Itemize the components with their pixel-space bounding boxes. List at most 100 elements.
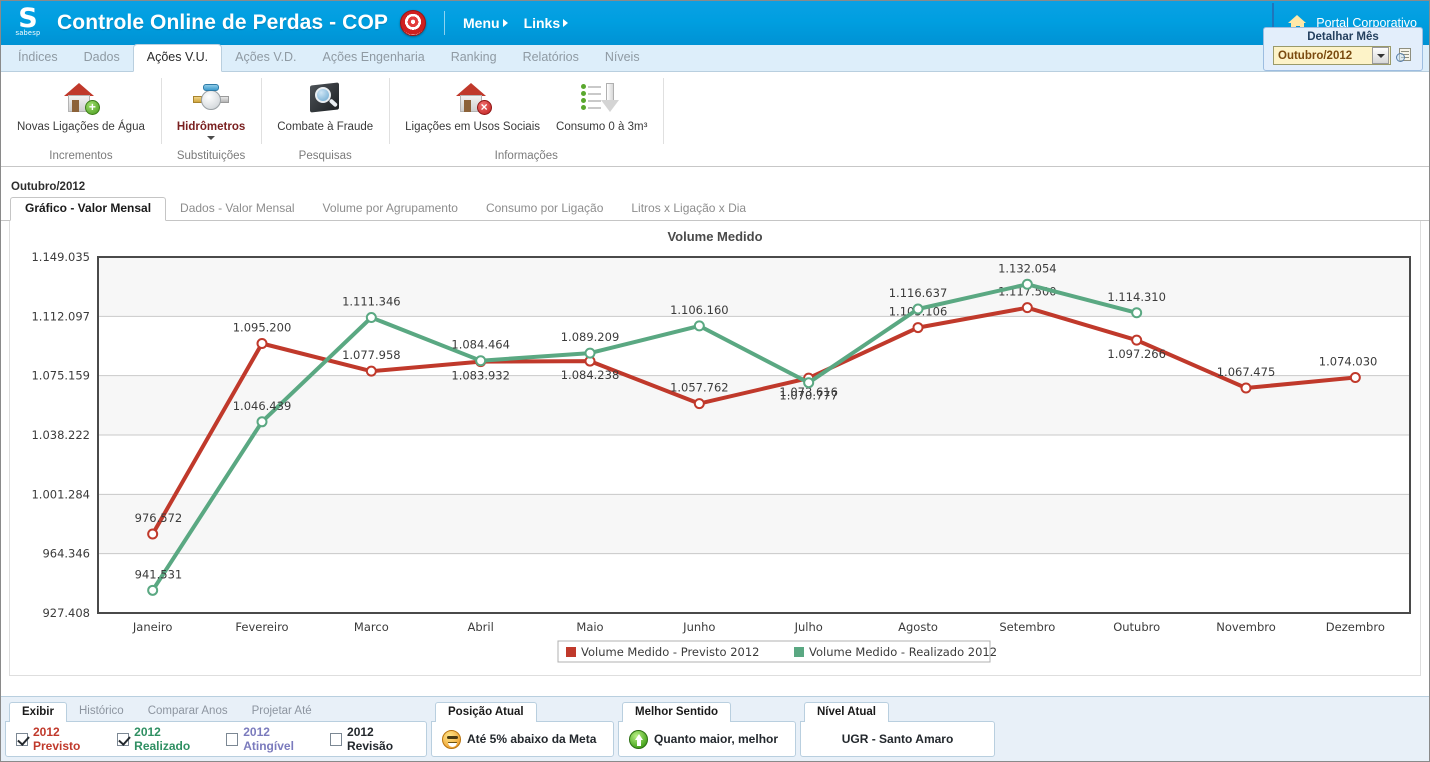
ribbon-button-novas-ligacoes-de-agua[interactable]: + Novas Ligações de Água — [9, 72, 153, 134]
chevron-down-icon[interactable] — [207, 136, 216, 140]
checkbox-label: 2012 Realizado — [134, 725, 191, 753]
svg-text:Marco: Marco — [354, 620, 389, 634]
menu-link-links[interactable]: Links — [524, 15, 569, 31]
report-search-icon[interactable] — [1396, 47, 1413, 64]
svg-text:1.074.030: 1.074.030 — [1319, 354, 1378, 368]
ribbon-button-label: Combate à Fraude — [277, 121, 374, 133]
svg-text:1.111.346: 1.111.346 — [342, 295, 401, 309]
chevron-right-icon — [502, 19, 508, 27]
tab-indices[interactable]: Índices — [5, 45, 71, 71]
ribbon-divider — [663, 78, 665, 144]
header-menu: Menu Links — [463, 15, 569, 31]
svg-text:1.084.238: 1.084.238 — [561, 368, 620, 382]
chevron-down-icon[interactable] — [1372, 47, 1389, 64]
tab-niveis[interactable]: Níveis — [592, 45, 653, 71]
tab-ranking[interactable]: Ranking — [438, 45, 510, 71]
svg-text:1.070.777: 1.070.777 — [779, 389, 838, 403]
tab-acoes-engenharia[interactable]: Ações Engenharia — [310, 45, 438, 71]
ribbon-group-informacoes: × Ligações em Usos Sociais Consumo 0 à 3… — [389, 72, 663, 166]
house-x-icon: × — [454, 78, 492, 118]
bottom-tab-projetar-ate[interactable]: Projetar Até — [240, 702, 324, 721]
ribbon-group-title: Informações — [494, 150, 558, 162]
tab-acoes-vu[interactable]: Ações V.U. — [132, 44, 223, 72]
logo-mark: S — [18, 3, 38, 34]
sabesp-logo: S sabesp — [5, 1, 51, 45]
month-select-value: Outubro/2012 — [1278, 49, 1353, 62]
arrow-up-circle-icon — [629, 729, 648, 749]
header-divider — [444, 11, 445, 35]
magnifier-screen-icon — [306, 78, 344, 118]
subtab-volume-por-agrupamento[interactable]: Volume por Agrupamento — [309, 198, 472, 220]
svg-text:941.531: 941.531 — [135, 567, 183, 581]
ribbon-button-combate-a-fraude[interactable]: Combate à Fraude — [269, 72, 381, 134]
bottom-tab-exibir[interactable]: Exibir — [9, 702, 67, 722]
subtab-litros-x-ligacao-x-dia[interactable]: Litros x Ligação x Dia — [617, 198, 760, 220]
checkbox-2012-atingivel[interactable]: 2012 Atingível — [226, 725, 316, 753]
svg-text:Julho: Julho — [794, 620, 823, 634]
bottom-tab-historico[interactable]: Histórico — [67, 702, 136, 721]
svg-text:1.112.097: 1.112.097 — [31, 309, 90, 323]
ribbon-group-pesquisas: Combate à Fraude Pesquisas — [261, 72, 389, 166]
ribbon-group-title: Substituições — [176, 150, 246, 162]
bottom-tab-posicao-atual[interactable]: Posição Atual — [435, 702, 537, 722]
detalhar-mes-title: Detalhar Mês — [1307, 31, 1379, 43]
ribbon-toolbar: + Novas Ligações de Água Incrementos Hid… — [1, 72, 1429, 167]
svg-text:Setembro: Setembro — [999, 620, 1055, 634]
svg-text:1.038.222: 1.038.222 — [31, 428, 90, 442]
checkbox-box[interactable] — [117, 732, 130, 746]
down-arrow-list-icon — [579, 78, 625, 118]
exibir-panel: Exibir Histórico Comparar Anos Projetar … — [5, 701, 427, 757]
svg-text:1.095.200: 1.095.200 — [233, 320, 292, 334]
bottom-tab-comparar-anos[interactable]: Comparar Anos — [136, 702, 240, 721]
checkbox-2012-realizado[interactable]: 2012 Realizado — [117, 725, 212, 753]
chevron-right-icon — [563, 19, 569, 27]
svg-text:1.149.035: 1.149.035 — [31, 250, 90, 264]
subtab-grafico-valor-mensal[interactable]: Gráfico - Valor Mensal — [10, 197, 167, 221]
ribbon-button-consumo-0-a-3m3[interactable]: Consumo 0 à 3m³ — [548, 72, 655, 134]
checkbox-box[interactable] — [16, 732, 28, 746]
logo-subtext: sabesp — [15, 30, 41, 37]
svg-text:1.077.958: 1.077.958 — [342, 348, 401, 362]
chart-container: Volume Medido 1.149.035 1.112.097 1.075.15… — [9, 221, 1421, 676]
app-header: S sabesp Controle Online de Perdas - COP… — [1, 1, 1429, 45]
page-title: Controle Online de Perdas - COP — [57, 11, 388, 34]
tab-dados[interactable]: Dados — [71, 45, 133, 71]
checkbox-label: 2012 Revisão — [347, 725, 394, 753]
svg-text:1.084.464: 1.084.464 — [451, 338, 510, 352]
bottom-tab-nivel-atual[interactable]: Nível Atual — [804, 702, 890, 722]
ribbon-button-ligacoes-em-usos-sociais[interactable]: × Ligações em Usos Sociais — [397, 72, 548, 134]
content-area: Outubro/2012 Gráfico - Valor Mensal Dado… — [1, 167, 1429, 696]
nivel-atual-panel: Nível Atual UGR - Santo Amaro — [800, 701, 995, 757]
checkbox-box[interactable] — [226, 732, 239, 746]
target-icon — [400, 10, 426, 36]
svg-text:Volume Medido - Realizado 2012: Volume Medido - Realizado 2012 — [809, 645, 997, 659]
tab-acoes-vd[interactable]: Ações V.D. — [222, 45, 309, 71]
checkbox-2012-previsto[interactable]: 2012 Previsto — [16, 725, 103, 753]
melhor-sentido-panel: Melhor Sentido Quanto maior, melhor — [618, 701, 796, 757]
tab-relatorios[interactable]: Relatórios — [510, 45, 592, 71]
ribbon-group-substituicoes: Hidrômetros Substituições — [160, 72, 261, 166]
ribbon-button-hidrometros[interactable]: Hidrômetros — [169, 72, 253, 140]
svg-text:Fevereiro: Fevereiro — [235, 620, 288, 634]
svg-text:1.116.637: 1.116.637 — [889, 286, 948, 300]
checkbox-box[interactable] — [330, 732, 343, 746]
svg-text:1.067.475: 1.067.475 — [1217, 365, 1276, 379]
menu-link-links-label: Links — [523, 15, 561, 31]
svg-text:1.075.159: 1.075.159 — [31, 369, 90, 383]
svg-text:1.001.284: 1.001.284 — [31, 487, 90, 501]
content-subtabs: Gráfico - Valor Mensal Dados - Valor Men… — [1, 197, 1429, 221]
subtab-consumo-por-ligacao[interactable]: Consumo por Ligação — [472, 198, 617, 220]
bottom-tab-melhor-sentido[interactable]: Melhor Sentido — [622, 702, 732, 722]
posicao-atual-panel: Posição Atual Até 5% abaixo da Meta — [431, 701, 614, 757]
melhor-sentido-value: Quanto maior, melhor — [654, 732, 779, 746]
ribbon-button-label: Novas Ligações de Água — [17, 121, 145, 133]
detalhar-mes-panel: Detalhar Mês Outubro/2012 — [1263, 27, 1423, 71]
subtab-dados-valor-mensal[interactable]: Dados - Valor Mensal — [166, 198, 309, 220]
svg-text:Novembro: Novembro — [1216, 620, 1276, 634]
menu-link-menu[interactable]: Menu — [463, 15, 508, 31]
svg-text:1.089.209: 1.089.209 — [561, 330, 620, 344]
svg-text:1.046.439: 1.046.439 — [233, 399, 292, 413]
checkbox-2012-revisao[interactable]: 2012 Revisão — [330, 725, 416, 753]
month-select[interactable]: Outubro/2012 — [1273, 46, 1391, 65]
svg-text:1.114.310: 1.114.310 — [1107, 290, 1166, 304]
